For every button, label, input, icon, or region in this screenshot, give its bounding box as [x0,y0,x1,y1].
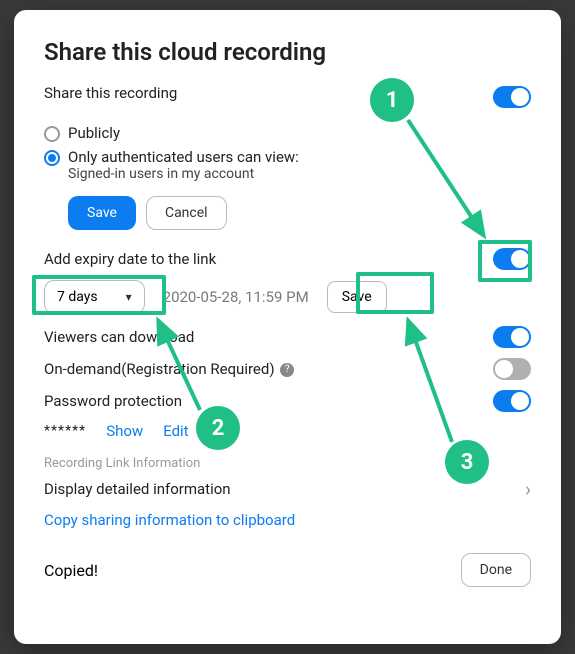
share-recording-modal: Share this cloud recording Share this re… [14,10,561,644]
radio-authenticated[interactable] [44,150,60,166]
expiry-date: 2020-05-28, 11:59 PM [163,288,309,306]
radio-publicly-row[interactable]: Publicly [44,124,531,142]
viewers-download-label: Viewers can download [44,328,194,346]
expiry-select[interactable]: 7 days ▾ [44,280,145,314]
radio-authenticated-sub: Signed-in users in my account [68,166,299,182]
chevron-down-icon: ▾ [126,290,132,304]
password-protection-label: Password protection [44,392,182,410]
radio-publicly-label: Publicly [68,124,120,142]
recording-link-info-heading: Recording Link Information [44,456,531,471]
edit-password-link[interactable]: Edit [163,422,188,440]
display-detailed-row[interactable]: Display detailed information › [44,477,531,501]
done-button[interactable]: Done [461,553,531,587]
copied-status: Copied! [44,561,98,580]
copy-sharing-link[interactable]: Copy sharing information to clipboard [44,511,531,529]
chevron-right-icon: › [525,477,531,501]
cancel-button[interactable]: Cancel [146,196,227,230]
share-recording-toggle[interactable] [493,86,531,108]
save-button[interactable]: Save [68,196,136,230]
radio-authenticated-label: Only authenticated users can view: [68,148,299,166]
help-icon[interactable]: ? [280,363,294,377]
viewers-download-toggle[interactable] [493,326,531,348]
password-protection-toggle[interactable] [493,390,531,412]
display-detailed-label: Display detailed information [44,480,231,498]
expiry-label: Add expiry date to the link [44,250,216,268]
expiry-toggle[interactable] [493,248,531,270]
expiry-save-button[interactable]: Save [327,281,387,313]
show-password-link[interactable]: Show [106,422,143,440]
on-demand-toggle[interactable] [493,358,531,380]
radio-publicly[interactable] [44,126,60,142]
modal-title: Share this cloud recording [44,38,531,66]
radio-authenticated-row[interactable]: Only authenticated users can view: Signe… [44,148,531,182]
on-demand-label: On-demand(Registration Required) [44,360,275,378]
password-mask: ****** [44,423,86,439]
share-recording-label: Share this recording [44,84,177,102]
expiry-select-value: 7 days [57,289,98,305]
